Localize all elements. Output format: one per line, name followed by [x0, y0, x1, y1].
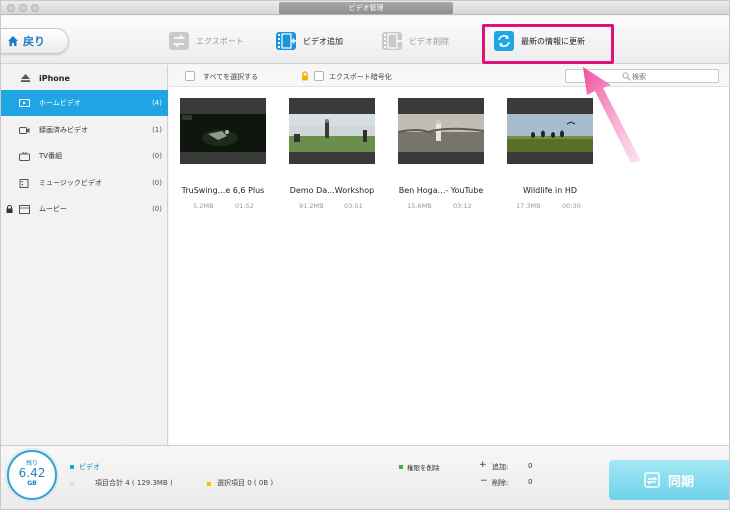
delete-video-button[interactable]: ビデオ削除	[381, 30, 449, 52]
lock-icon	[302, 71, 308, 81]
export-label: エクスポート	[196, 36, 244, 46]
sidebar-item-movies[interactable]: ムービー (0)	[1, 196, 168, 222]
encrypt-export-label: エクスポート暗号化	[329, 73, 392, 81]
toolbar: 戻り エクスポート ビデオ追加 ビデオ削除 最新の情報に更新	[1, 16, 729, 64]
zoom-window-button[interactable]	[31, 4, 39, 12]
video-duration: 00:30	[562, 202, 581, 210]
video-thumbnail[interactable]	[289, 98, 375, 164]
selected-items: 選択項目 0 ( 0B )	[217, 479, 274, 487]
sidebar-item-label: ホームビデオ	[39, 99, 81, 107]
video-title: TruSwing...e 6,6 Plus	[181, 186, 265, 195]
video-legend-dot	[70, 465, 74, 469]
add-video-label: ビデオ追加	[303, 36, 343, 46]
select-all-checkbox[interactable]	[185, 71, 195, 81]
remove-rights-dot	[399, 465, 403, 469]
sidebar-item-count: (4)	[152, 99, 162, 107]
music-video-icon	[19, 178, 29, 188]
film-delete-icon	[382, 32, 402, 50]
encrypt-export-checkbox[interactable]	[314, 71, 324, 81]
movie-icon	[19, 204, 30, 214]
filter-bar: すべてを選択する エクスポート暗号化	[169, 65, 729, 87]
sidebar-item-music-video[interactable]: ミュージックビデオ (0)	[1, 170, 168, 196]
film-add-icon	[276, 32, 296, 50]
app-window: ビデオ管理 戻り エクスポート ビデオ追加 ビデオ削除 最新の情報に更新 iPh…	[0, 0, 730, 510]
sidebar-item-count: (1)	[152, 126, 162, 134]
sidebar-item-tv-shows[interactable]: TV番組 (0)	[1, 143, 168, 169]
minimize-window-button[interactable]	[19, 4, 27, 12]
window-title: ビデオ管理	[279, 2, 453, 14]
video-size: 17.3MB	[516, 202, 541, 210]
annotation-arrow-icon	[583, 67, 641, 163]
video-size: 15.6MB	[407, 202, 432, 210]
eject-icon	[21, 74, 30, 82]
back-button-label: 戻り	[23, 35, 45, 48]
video-title: Demo Da...Workshop	[289, 186, 375, 195]
video-thumbnail[interactable]	[398, 98, 484, 164]
storage-remaining-unit: GB	[27, 480, 37, 487]
remove-rights-label: 権限を削除	[407, 464, 440, 472]
camera-icon	[19, 126, 30, 134]
sync-label: 同期	[667, 474, 694, 490]
highlight-frame	[482, 24, 614, 64]
sidebar-item-label: 録画済みビデオ	[39, 126, 88, 134]
sidebar: iPhone ホームビデオ (4) 録画済みビデオ (1) TV番組 (0) ミ…	[1, 65, 168, 445]
video-size: 5.2MB	[193, 202, 214, 210]
total-items: 項目合計 4 ( 129.3MB )	[95, 479, 173, 487]
sync-button[interactable]: 同期	[609, 460, 729, 500]
video-frame-image	[398, 114, 484, 152]
video-frame-image	[180, 114, 266, 152]
video-frame-image	[289, 114, 375, 152]
sidebar-item-count: (0)	[152, 205, 162, 213]
device-header[interactable]: iPhone	[1, 69, 168, 87]
video-title: Wildlife in HD	[523, 186, 577, 195]
plus-icon: +	[479, 460, 487, 470]
home-video-icon	[19, 98, 30, 107]
tv-icon	[19, 151, 30, 161]
home-icon	[8, 36, 18, 46]
status-bar: 残り 6.42 GB ビデオ 項目合計 4 ( 129.3MB ) 選択項目 0…	[1, 445, 729, 509]
export-icon	[169, 32, 189, 50]
storage-gauge: 残り 6.42 GB	[7, 450, 57, 500]
title-bar: ビデオ管理	[1, 1, 729, 15]
video-duration: 03:51	[344, 202, 363, 210]
back-button[interactable]: 戻り	[1, 28, 69, 54]
main-content: すべてを選択する エクスポート暗号化 検索 TruSwing...e 6,6 P…	[169, 65, 729, 445]
device-name: iPhone	[39, 73, 70, 83]
add-count: 0	[528, 462, 533, 470]
sidebar-item-count: (0)	[152, 179, 162, 187]
sidebar-item-recorded-video[interactable]: 録画済みビデオ (1)	[1, 117, 168, 143]
selected-legend-dot	[207, 482, 211, 486]
sync-icon	[644, 472, 660, 488]
category-label: ビデオ	[79, 463, 100, 471]
add-count-label: 追加:	[492, 463, 509, 471]
video-thumbnail[interactable]	[180, 98, 266, 164]
delete-video-label: ビデオ削除	[409, 36, 449, 46]
storage-remaining-value: 6.42	[18, 466, 46, 480]
video-duration: 03:12	[453, 202, 472, 210]
delete-count: 0	[528, 478, 533, 486]
video-title: Ben Hoga...- YouTube	[398, 186, 484, 195]
close-window-button[interactable]	[7, 4, 15, 12]
lock-icon	[6, 205, 13, 213]
export-button[interactable]: エクスポート	[168, 30, 244, 52]
add-video-button[interactable]: ビデオ追加	[275, 30, 343, 52]
delete-count-label: 削除:	[492, 479, 509, 487]
minus-icon: −	[480, 476, 488, 486]
sidebar-item-count: (0)	[152, 152, 162, 160]
search-input[interactable]	[632, 71, 712, 82]
sidebar-item-label: ムービー	[39, 205, 67, 213]
sidebar-item-label: TV番組	[39, 152, 63, 160]
total-legend-dot	[70, 482, 74, 486]
sidebar-item-home-video[interactable]: ホームビデオ (4)	[1, 90, 168, 116]
select-all-label: すべてを選択する	[203, 73, 259, 81]
video-size: 91.2MB	[299, 202, 324, 210]
sidebar-item-label: ミュージックビデオ	[39, 179, 102, 187]
video-duration: 01:52	[235, 202, 254, 210]
